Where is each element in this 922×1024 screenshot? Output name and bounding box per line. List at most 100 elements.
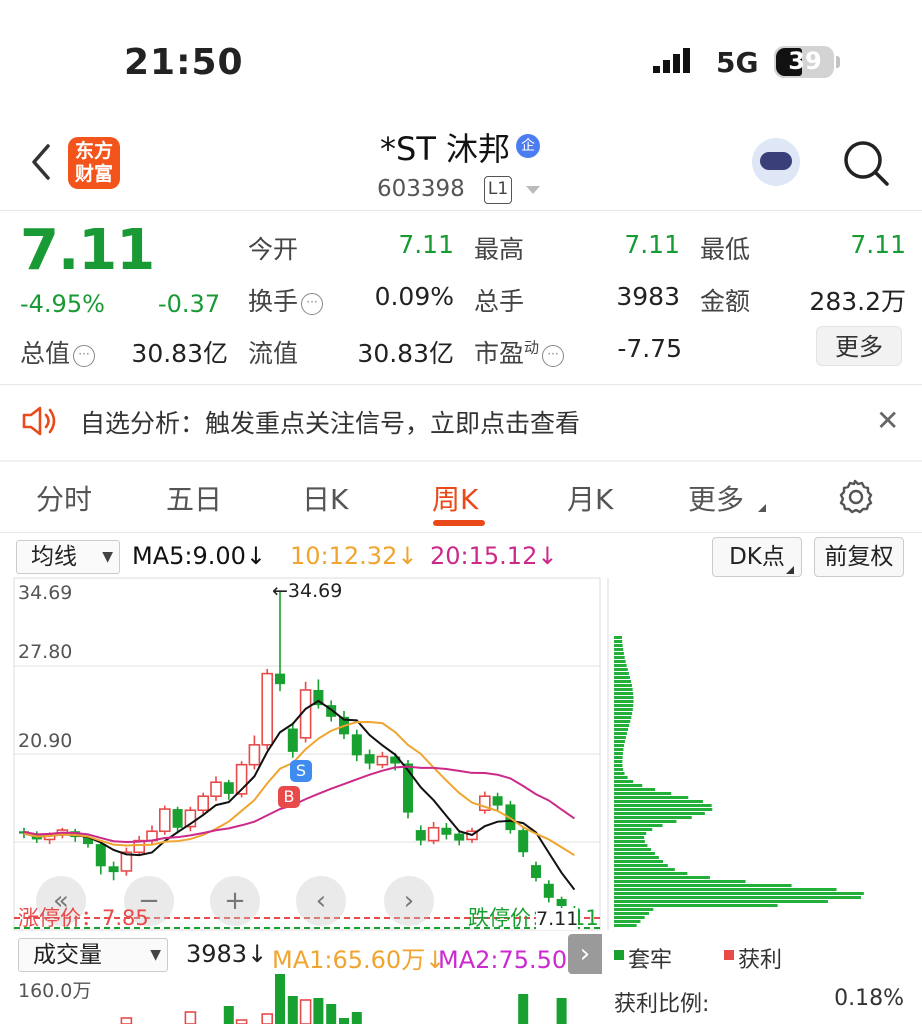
chip-bar [614,924,637,927]
chip-bar [614,868,675,871]
tab-intraday[interactable]: 分时 [36,478,92,518]
profit-ratio-value: 0.18% [834,986,904,1011]
status-time: 21:50 [124,42,244,83]
volume-indicator-select[interactable]: 成交量 ▼ [18,938,168,972]
change-amount: -0.37 [158,290,221,318]
chip-bar [614,768,624,771]
signal-icon [653,48,690,73]
chip-bar [614,660,626,663]
volume-bar [556,998,567,1024]
chip-bar [614,688,633,691]
candle-body [543,883,554,898]
notice-text[interactable]: 自选分析：触发重点关注信号，立即点击查看 [80,404,580,440]
profit-ratio-label: 获利比例: [614,992,710,1017]
chip-bar [614,648,624,651]
tab-more[interactable]: 更多 [688,478,744,518]
volume-label: 总手 [474,287,525,316]
chip-bar [614,900,828,903]
chip-bar [614,824,663,827]
buy-signal-badge[interactable]: B [278,786,300,808]
pe-label: 市盈动 ··· [474,334,565,370]
low-value: 7.11 [850,230,906,259]
amount-value: 283.2万 [809,287,906,316]
candle-body [376,755,389,766]
zoom-in-button[interactable]: + [210,876,260,926]
candle-body [248,744,261,766]
tab-monthly-k[interactable]: 月K [567,478,613,518]
chip-bar [614,756,623,759]
volume-bar [261,1013,274,1024]
search-icon[interactable] [841,138,891,188]
close-icon[interactable]: ✕ [876,404,899,437]
candle-body [287,728,298,752]
chip-bar [614,816,692,819]
scroll-right-button[interactable]: › [384,876,434,926]
gear-icon[interactable] [836,478,874,516]
dk-corner-icon [786,566,794,574]
indicator-select[interactable]: 均线 ▼ [16,540,120,574]
profit-legend-swatch [724,950,734,960]
chip-bar [614,696,634,699]
volume-bar [223,1006,234,1024]
chip-bar [614,656,625,659]
app-logo[interactable]: 东方财富 [68,137,120,189]
chip-bar [614,776,628,779]
candle-body [275,673,285,685]
last-price-tag: 7.11 [536,908,579,930]
volume-bar [518,994,529,1024]
stock-code: 603398 [377,176,465,202]
amount-label: 金额 [700,287,751,316]
scroll-left-button[interactable]: ‹ [296,876,346,926]
chip-bar [614,808,713,811]
chip-distribution [614,636,864,927]
chevron-down-icon[interactable] [524,184,542,196]
candle-body [261,672,274,746]
tab-weekly-k[interactable]: 周K [432,478,478,518]
candle-body [441,827,452,835]
chip-bar [614,904,778,907]
chip-bar [614,708,633,711]
profit-legend-label: 获利 [738,948,783,973]
info-icon: ··· [301,293,324,315]
chip-bar [614,652,624,655]
candle-body [210,781,222,798]
volume-bar [287,996,298,1024]
trap-legend-label: 套牢 [628,948,673,973]
mcap-label: 总值 ··· [20,334,96,370]
turnover-value: 0.09% [374,282,454,311]
ma10-value: 10:12.32↓ [290,542,418,570]
tab-daily-k[interactable]: 日K [302,478,348,518]
volume-chart [120,974,567,1024]
back-icon[interactable] [28,142,54,182]
volume-bar [235,1019,248,1024]
chip-bar [614,792,672,795]
battery-cap [836,56,840,68]
chip-bar [614,640,623,643]
expand-arrow-button[interactable]: › [568,934,602,974]
more-corner-icon [758,504,766,512]
sell-signal-badge[interactable]: S [290,760,312,782]
y-tick: 34.69 [18,582,73,604]
candle-body [454,833,465,841]
chip-bar [614,876,710,879]
divider [0,532,922,533]
vol-ma1-value: MA1:65.60万↓ [272,946,446,974]
change-percent: -4.95% [20,290,105,318]
volume-bars [120,974,567,1024]
chip-bar [614,916,645,919]
chip-bar [614,860,664,863]
float-label: 流值 [248,339,299,368]
low-label: 最低 [700,235,751,264]
level-badge[interactable]: L1 [484,176,512,204]
more-quote-button[interactable]: 更多 [816,326,902,366]
battery-percent: 39 [788,47,822,75]
tab-five-day[interactable]: 五日 [166,478,222,518]
chip-bar [614,716,632,719]
adjust-button[interactable]: 前复权 [814,537,904,577]
chip-bar [614,912,649,915]
chip-bar [614,724,630,727]
chip-bar [614,784,643,787]
candle-body [95,844,106,867]
candles [19,592,580,915]
chip-bar [614,852,655,855]
